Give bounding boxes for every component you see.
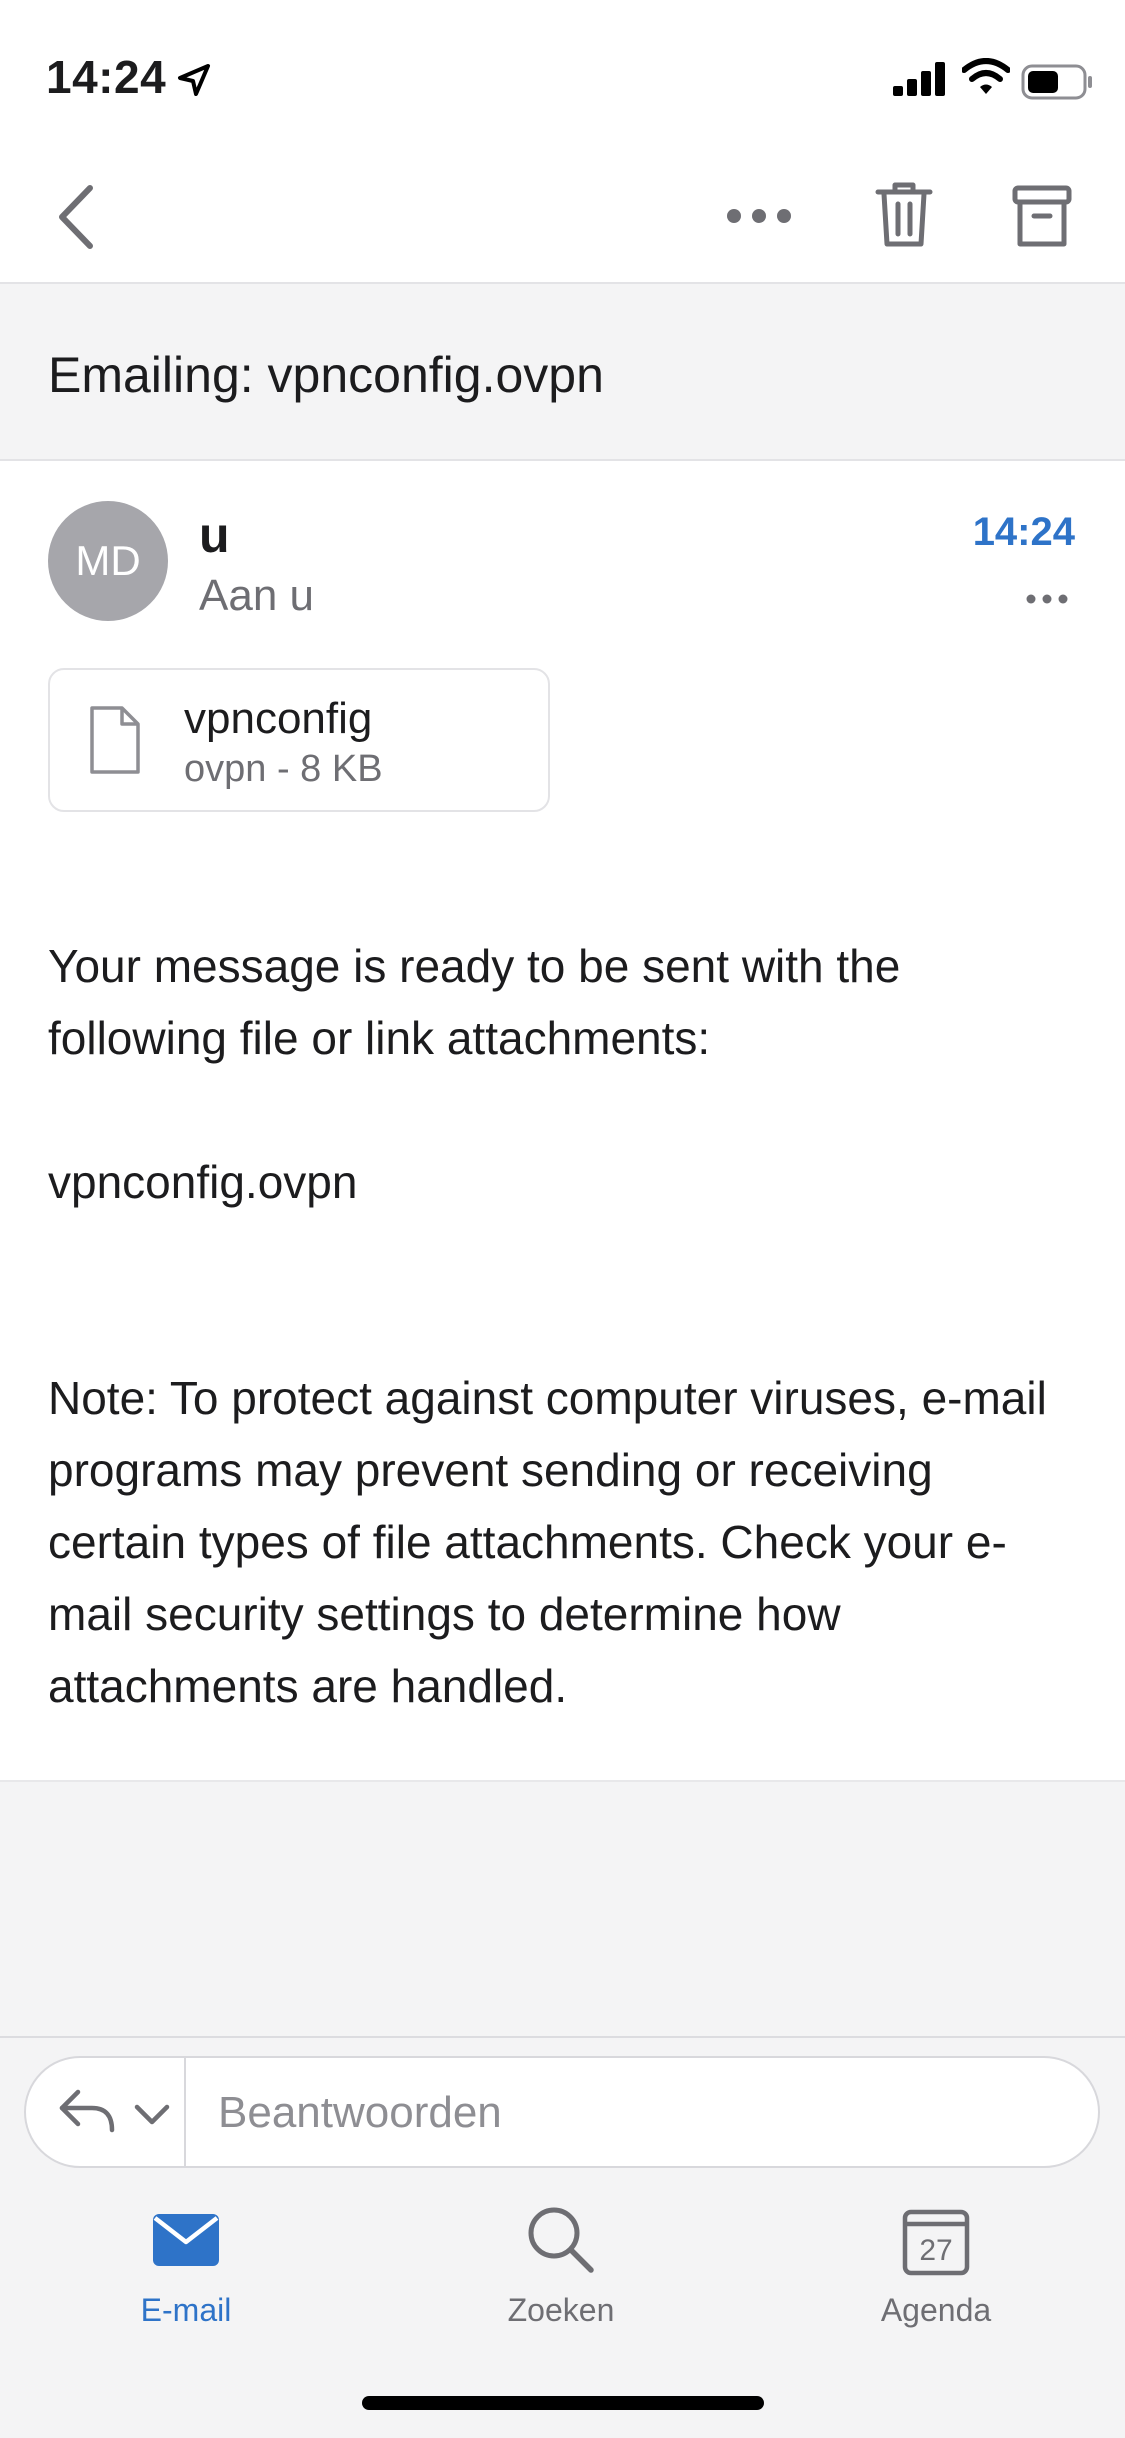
archive-icon[interactable] bbox=[1012, 184, 1072, 250]
tab-email-label: E-mail bbox=[140, 2292, 232, 2328]
message-body: Your message is ready to be sent with th… bbox=[48, 930, 1078, 1722]
recipient-line[interactable]: Aan u bbox=[199, 571, 314, 621]
reply-divider bbox=[0, 2036, 1125, 2038]
attachment-card[interactable]: vpnconfig ovpn - 8 KB bbox=[48, 668, 550, 812]
cellular-signal-icon bbox=[893, 62, 945, 96]
message-more-icon[interactable] bbox=[1025, 592, 1069, 606]
reply-input[interactable] bbox=[216, 2078, 1080, 2148]
subject-bar: Emailing: vpnconfig.ovpn bbox=[0, 282, 1125, 461]
email-subject: Emailing: vpnconfig.ovpn bbox=[48, 347, 604, 403]
chevron-down-icon[interactable] bbox=[134, 2104, 170, 2126]
back-chevron-icon[interactable] bbox=[52, 182, 102, 252]
home-indicator bbox=[362, 2396, 764, 2410]
wifi-icon bbox=[962, 58, 1010, 94]
body-filename: vpnconfig.ovpn bbox=[48, 1156, 358, 1208]
mail-icon bbox=[153, 2214, 219, 2266]
sender-name[interactable]: u bbox=[199, 506, 230, 564]
search-icon bbox=[528, 2207, 594, 2273]
file-icon bbox=[90, 706, 140, 774]
reply-bar[interactable] bbox=[24, 2056, 1100, 2168]
battery-icon bbox=[1021, 64, 1092, 100]
location-arrow-icon bbox=[178, 64, 210, 96]
trash-icon[interactable] bbox=[874, 180, 934, 250]
attachment-meta: ovpn - 8 KB bbox=[184, 748, 383, 790]
reply-separator bbox=[184, 2058, 186, 2166]
avatar[interactable]: MD bbox=[48, 501, 168, 621]
tab-agenda-label: Agenda bbox=[880, 2292, 992, 2328]
calendar-day: 27 bbox=[919, 2234, 953, 2267]
message-time: 14:24 bbox=[972, 510, 1075, 554]
body-intro: Your message is ready to be sent with th… bbox=[48, 940, 901, 1064]
more-options-icon[interactable] bbox=[724, 196, 794, 236]
status-time: 14:24 bbox=[46, 51, 167, 103]
body-note: Note: To protect against computer viruse… bbox=[48, 1372, 1047, 1712]
tab-search-label: Zoeken bbox=[507, 2292, 615, 2328]
reply-arrow-icon[interactable] bbox=[56, 2086, 116, 2134]
attachment-name: vpnconfig bbox=[184, 694, 373, 743]
